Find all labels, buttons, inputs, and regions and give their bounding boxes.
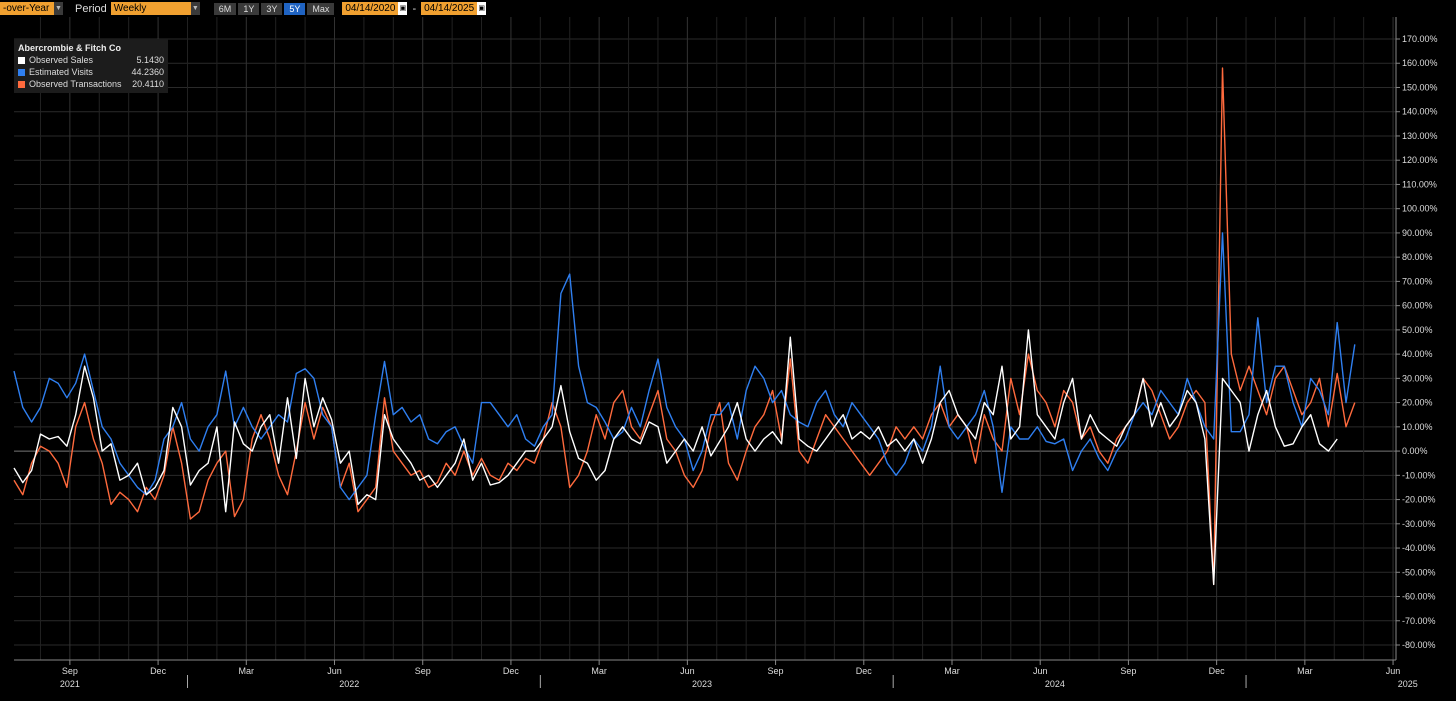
y-tick-label: -40.00% (1402, 543, 1436, 553)
y-tick-label: -30.00% (1402, 519, 1436, 529)
legend-item[interactable]: Observed Transactions 20.4110 (18, 78, 164, 90)
x-tick-label: Mar (944, 666, 960, 676)
x-year-label: 2022 (339, 679, 359, 689)
x-tick-label: Sep (1120, 666, 1136, 676)
y-tick-label: -80.00% (1402, 640, 1436, 650)
x-tick-label: Dec (856, 666, 873, 676)
y-tick-label: -10.00% (1402, 470, 1436, 480)
x-year-label: 2024 (1045, 679, 1065, 689)
calendar-icon[interactable]: ▣ (477, 2, 487, 15)
legend-item[interactable]: Estimated Visits 44.2360 (18, 66, 164, 78)
x-tick-label: Dec (1209, 666, 1226, 676)
toolbar: -over-Year ▼ Period Weekly ▼ 6M 1Y 3Y 5Y Max… (0, 0, 1456, 17)
legend-swatch (18, 80, 25, 88)
x-year-label: 2021 (60, 679, 80, 689)
x-tick-label: Sep (62, 666, 78, 676)
y-tick-label: 160.00% (1402, 58, 1438, 68)
x-tick-label: Jun (1033, 666, 1048, 676)
x-tick-label: Dec (503, 666, 520, 676)
start-date-value: 04/14/2020 (345, 3, 396, 14)
legend-swatch (18, 68, 25, 76)
y-tick-label: 150.00% (1402, 82, 1438, 92)
calc-mode-select[interactable]: -over-Year (0, 2, 54, 15)
range-button-max[interactable]: Max (307, 2, 335, 15)
y-tick-label: -20.00% (1402, 495, 1436, 505)
legend-item-name: Observed Sales (29, 55, 94, 65)
y-tick-label: 100.00% (1402, 204, 1438, 214)
y-tick-label: 80.00% (1402, 252, 1433, 262)
y-tick-label: -70.00% (1402, 616, 1436, 626)
legend-item-name: Observed Transactions (29, 79, 122, 89)
y-tick-label: 0.00% (1402, 446, 1428, 456)
x-tick-label: Sep (415, 666, 431, 676)
x-tick-label: Sep (768, 666, 784, 676)
y-tick-label: -60.00% (1402, 592, 1436, 602)
range-button-1y[interactable]: 1Y (238, 2, 260, 15)
range-button-3y[interactable]: 3Y (261, 2, 283, 15)
x-year-label: 2025 (1398, 679, 1418, 689)
y-tick-label: -50.00% (1402, 567, 1436, 577)
range-button-5y[interactable]: 5Y (284, 2, 306, 15)
legend-item-value: 44.2360 (131, 67, 164, 77)
calendar-icon[interactable]: ▣ (398, 2, 408, 15)
range-buttons: 6M 1Y 3Y 5Y Max (213, 2, 337, 15)
legend-item-value: 5.1430 (136, 55, 164, 65)
calc-mode-value: -over-Year (3, 3, 50, 14)
x-tick-label: Mar (591, 666, 607, 676)
y-tick-label: 170.00% (1402, 34, 1438, 44)
series-line-observed-sales (13, 329, 1338, 586)
end-date-value: 04/14/2025 (424, 3, 475, 14)
period-value: Weekly (113, 3, 147, 14)
legend-item[interactable]: Observed Sales 5.1430 (18, 54, 164, 66)
y-tick-label: 90.00% (1402, 228, 1433, 238)
series-line-estimated-visits (13, 232, 1356, 501)
x-tick-label: Jun (680, 666, 695, 676)
y-tick-label: 120.00% (1402, 155, 1438, 165)
legend-swatch (18, 56, 25, 64)
range-button-6m[interactable]: 6M (213, 2, 237, 15)
period-label: Period (75, 2, 107, 15)
period-select[interactable]: Weekly (110, 2, 191, 15)
y-tick-label: 40.00% (1402, 349, 1433, 359)
y-tick-label: 60.00% (1402, 301, 1433, 311)
y-tick-label: 70.00% (1402, 276, 1433, 286)
x-tick-label: Mar (239, 666, 255, 676)
legend-title: Abercrombie & Fitch Co (18, 43, 122, 53)
x-year-label: 2023 (692, 679, 712, 689)
chevron-down-icon[interactable]: ▼ (54, 2, 63, 15)
y-tick-label: 50.00% (1402, 325, 1433, 335)
legend: Abercrombie & Fitch Co Observed Sales 5.1… (14, 39, 168, 93)
x-tick-label: Jun (327, 666, 342, 676)
date-separator: - (412, 2, 417, 15)
x-tick-label: Dec (150, 666, 167, 676)
series-line-observed-transactions (13, 67, 1356, 586)
y-tick-label: 110.00% (1402, 179, 1437, 189)
y-tick-label: 30.00% (1402, 373, 1433, 383)
y-tick-label: 140.00% (1402, 107, 1438, 117)
x-tick-label: Jun (1386, 666, 1401, 676)
line-chart: 170.00% 160.00% 150.00% 140.00% 130.00% 120.0… (13, 17, 1438, 689)
y-tick-label: 10.00% (1402, 422, 1433, 432)
y-tick-label: 20.00% (1402, 398, 1433, 408)
end-date-input[interactable]: 04/14/2025 (421, 2, 478, 15)
x-tick-label: Mar (1297, 666, 1313, 676)
y-tick-label: 130.00% (1402, 131, 1438, 141)
legend-item-value: 20.4110 (132, 79, 164, 89)
chevron-down-icon[interactable]: ▼ (190, 2, 200, 15)
start-date-input[interactable]: 04/14/2020 (342, 2, 399, 15)
legend-item-name: Estimated Visits (29, 67, 93, 77)
